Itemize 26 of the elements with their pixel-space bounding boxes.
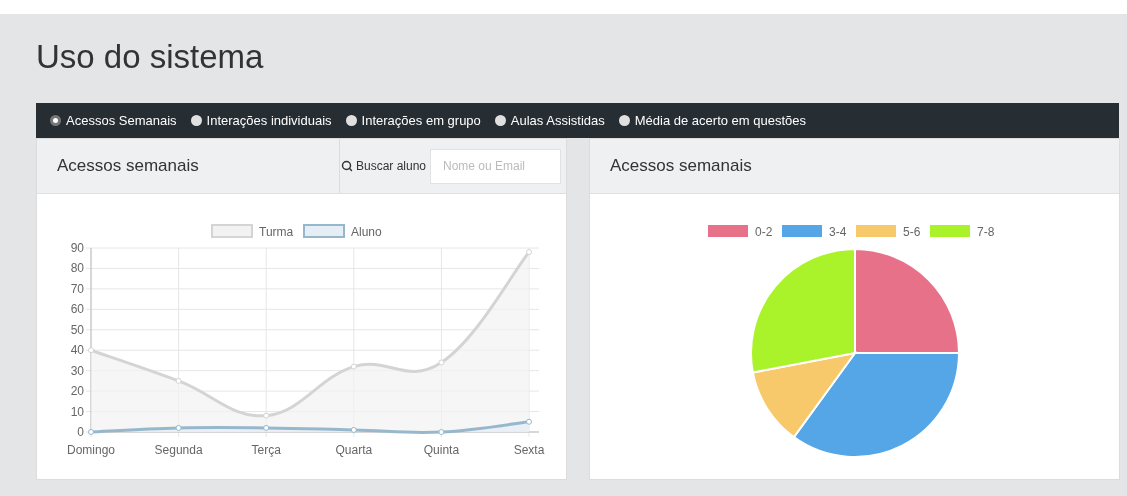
legend-label: 0-2 (755, 225, 773, 239)
legend-label: Aluno (351, 225, 382, 239)
x-tick-label: Segunda (154, 443, 203, 457)
y-tick-label: 80 (70, 261, 84, 276)
x-tick-label: Terça (251, 443, 281, 457)
y-tick-label: 30 (70, 363, 84, 378)
legend-label: Turma (259, 225, 294, 239)
y-tick-label: 10 (70, 404, 84, 419)
y-tick-label: 70 (70, 281, 84, 296)
y-tick-label: 50 (70, 322, 84, 337)
y-tick-label: 0 (77, 425, 84, 439)
x-tick-label: Quinta (423, 443, 460, 457)
legend-label: 7-8 (977, 225, 995, 239)
panel-title: Acessos semanais (610, 155, 752, 178)
legend-label: 3-4 (829, 225, 847, 239)
y-tick-label: 60 (70, 302, 84, 317)
x-tick-label: Sexta (513, 443, 545, 457)
x-tick-label: Domingo (67, 443, 115, 457)
page-title: Uso do sistema (36, 37, 264, 77)
y-tick-label: 20 (70, 384, 84, 399)
panel-title: Acessos semanais (57, 155, 200, 178)
legend-label: 5-6 (903, 225, 921, 239)
x-tick-label: Quarta (335, 443, 373, 457)
y-tick-label: 90 (70, 241, 84, 255)
search-label: Buscar aluno (355, 158, 426, 175)
y-tick-label: 40 (70, 343, 84, 358)
